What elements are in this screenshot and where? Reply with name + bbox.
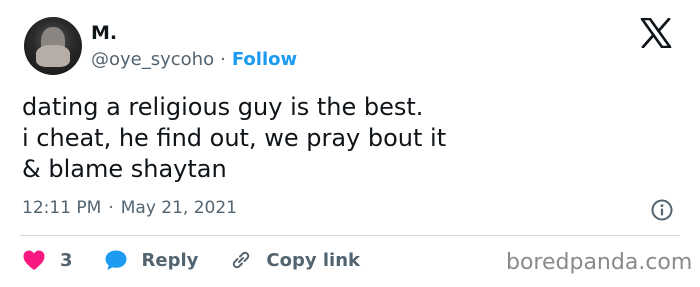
like-count: 3 bbox=[60, 249, 73, 271]
copy-link-label: Copy link bbox=[266, 249, 360, 271]
avatar[interactable] bbox=[24, 17, 82, 75]
like-button[interactable]: 3 bbox=[22, 249, 73, 271]
x-logo-icon[interactable] bbox=[640, 18, 672, 48]
author-handle[interactable]: @oye_sycoho bbox=[91, 49, 214, 70]
author-name[interactable]: M. bbox=[91, 22, 117, 44]
heart-icon bbox=[23, 250, 45, 270]
link-icon bbox=[233, 251, 250, 269]
info-icon[interactable] bbox=[650, 198, 674, 222]
action-bar: 3 Reply Copy link bbox=[22, 246, 360, 274]
follow-button[interactable]: Follow bbox=[232, 49, 297, 70]
copy-link-button[interactable]: Copy link bbox=[228, 249, 360, 271]
reply-button[interactable]: Reply bbox=[104, 249, 199, 271]
timestamp-separator: · bbox=[108, 198, 114, 218]
avatar-hands bbox=[36, 45, 70, 67]
divider bbox=[20, 235, 680, 236]
tweet-text: dating a religious guy is the best. i ch… bbox=[22, 93, 447, 183]
reply-label: Reply bbox=[141, 249, 199, 271]
tweet-timestamp[interactable]: 12:11 PM · May 21, 2021 bbox=[22, 198, 237, 218]
author-handle-line: @oye_sycoho · Follow bbox=[91, 49, 297, 70]
tweet-time: 12:11 PM bbox=[22, 198, 102, 218]
watermark: boredpanda.com bbox=[506, 250, 693, 275]
reply-bubble-icon bbox=[105, 250, 127, 270]
handle-separator: · bbox=[220, 49, 226, 70]
tweet-date: May 21, 2021 bbox=[120, 198, 237, 218]
